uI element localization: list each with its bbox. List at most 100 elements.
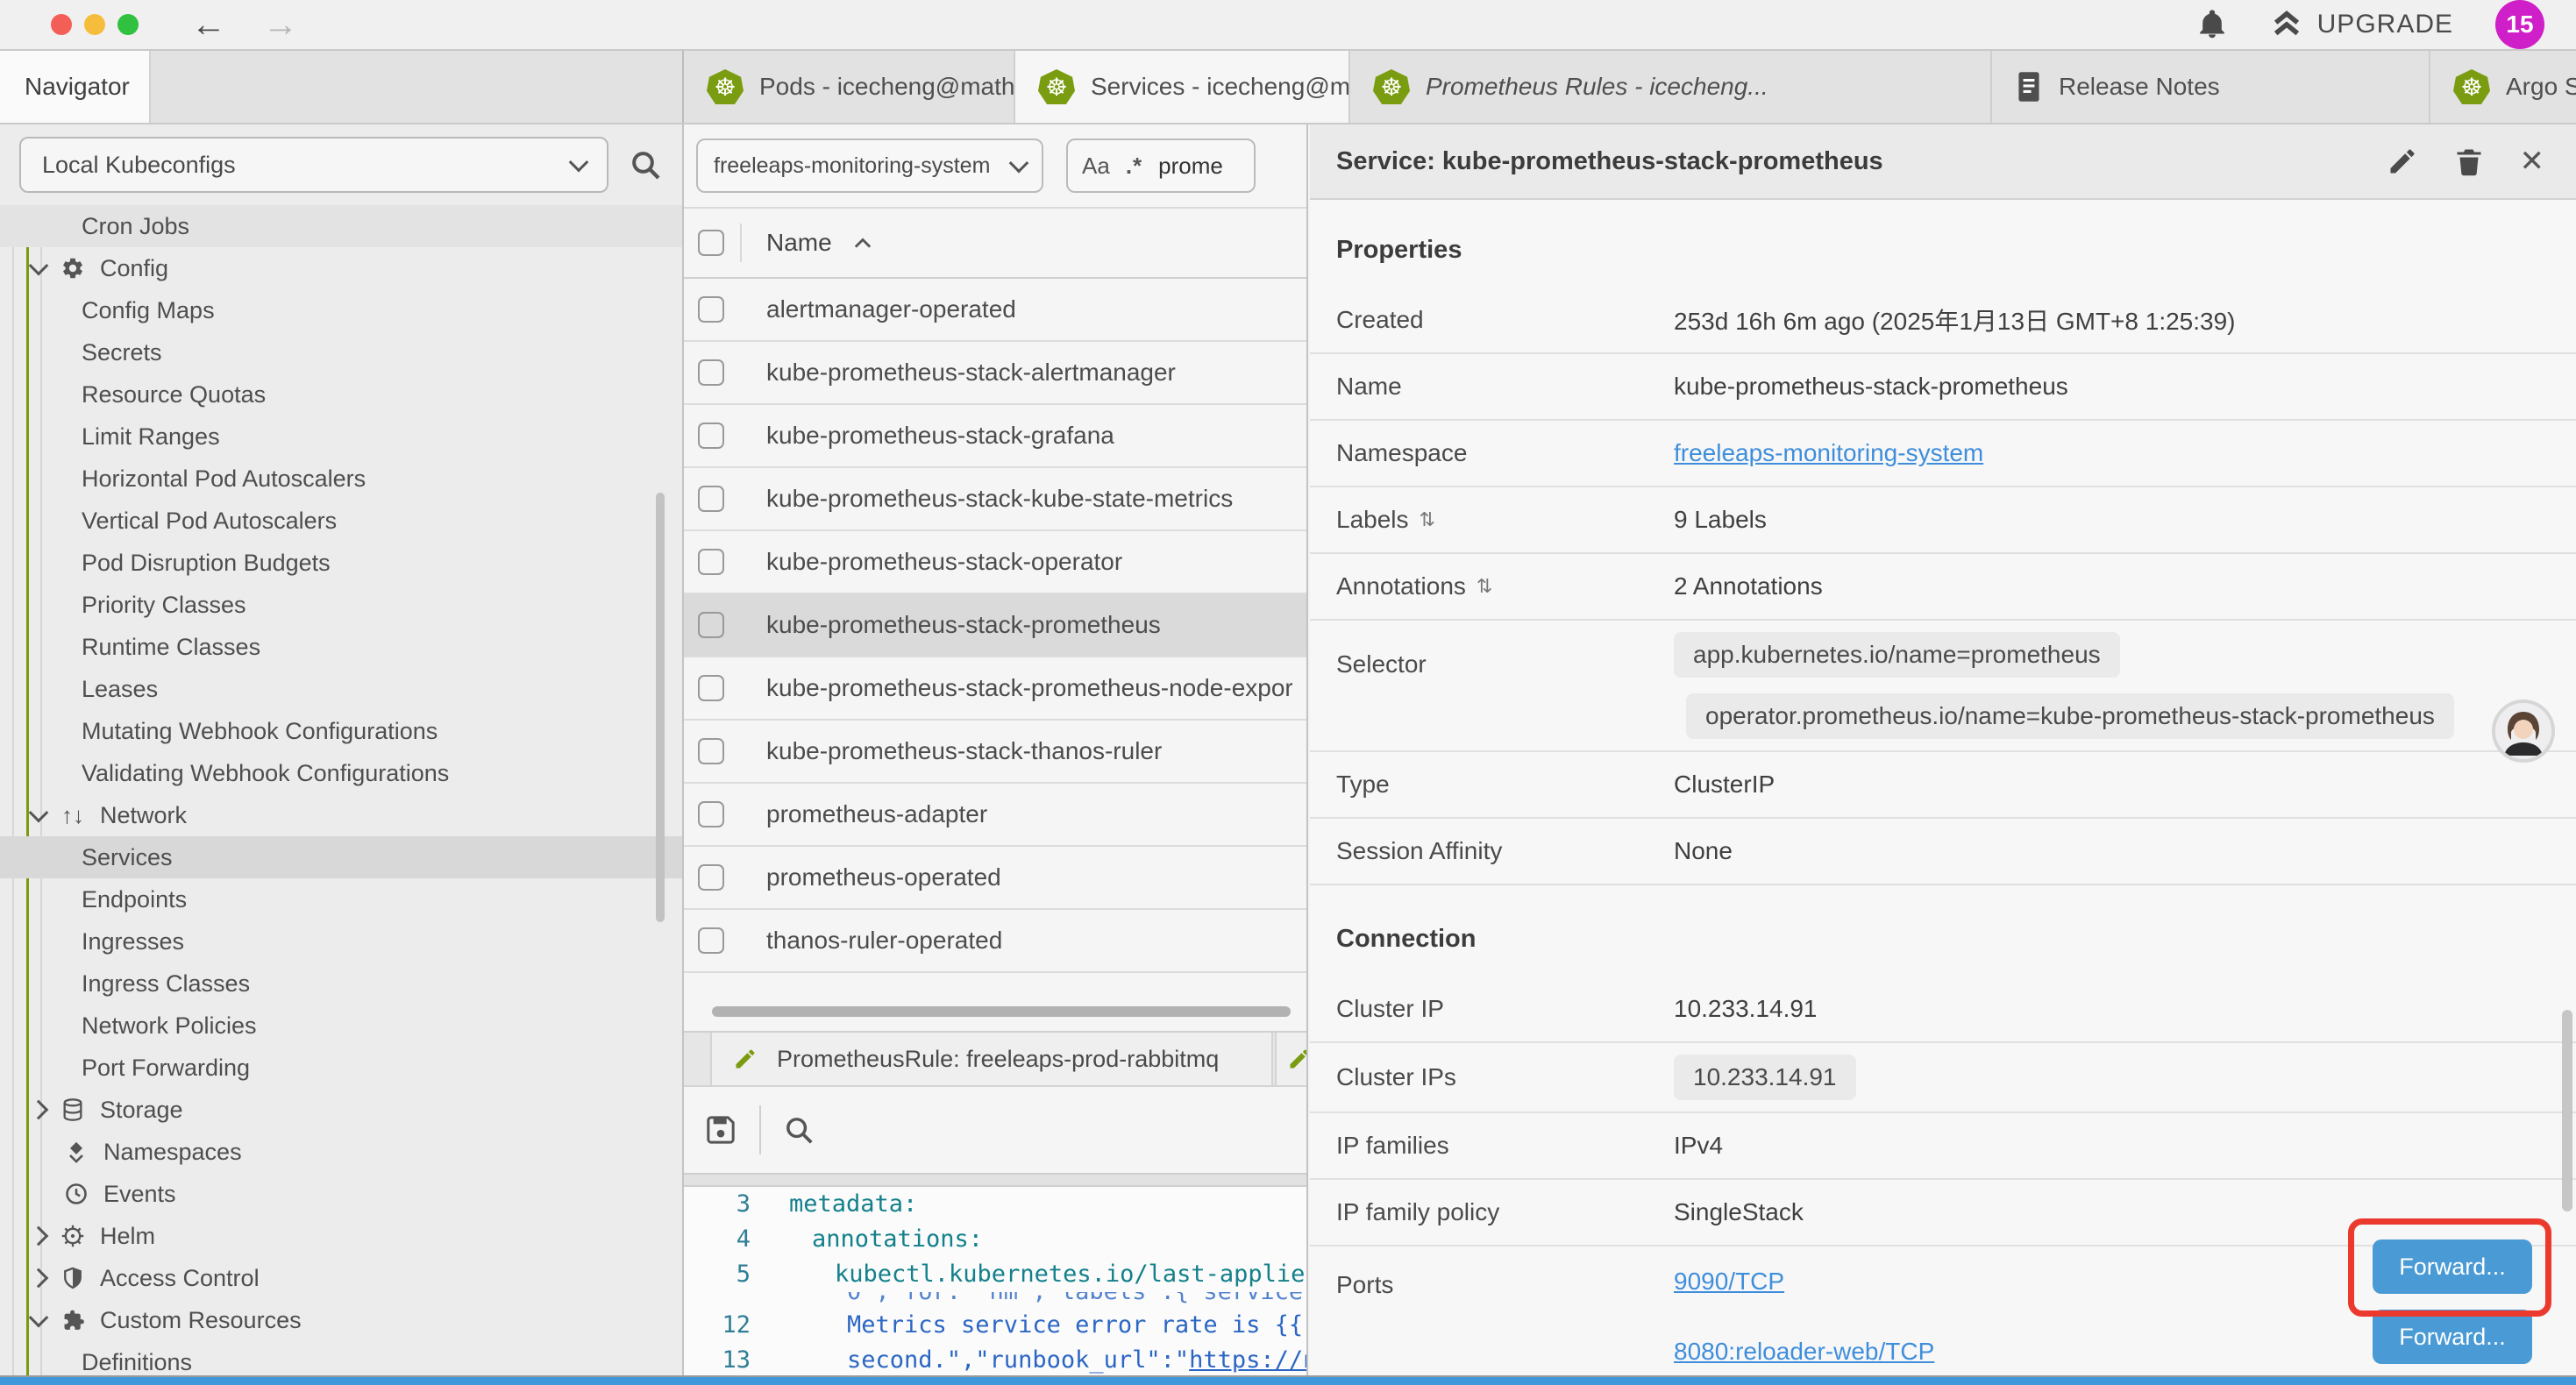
sidebar-group-access-control[interactable]: Access Control xyxy=(0,1257,682,1299)
editor-tab-partial[interactable] xyxy=(1275,1033,1306,1085)
sidebar-item-ingresses[interactable]: Ingresses xyxy=(0,920,682,962)
sidebar-item-resource-quotas[interactable]: Resource Quotas xyxy=(0,373,682,416)
list-search-input[interactable]: Aa .* prome xyxy=(1066,138,1256,193)
editor-tab-prometheusrule[interactable]: PrometheusRule: freeleaps-prod-rabbitmq xyxy=(710,1033,1273,1085)
sidebar-group-helm[interactable]: Helm xyxy=(0,1215,682,1257)
minimize-window-button[interactable] xyxy=(84,14,105,35)
row-checkbox[interactable] xyxy=(698,486,724,512)
row-checkbox[interactable] xyxy=(698,359,724,386)
namespace-select[interactable]: freeleaps-monitoring-system xyxy=(696,138,1043,193)
save-icon[interactable] xyxy=(703,1112,738,1147)
sidebar-item-horizontal-pod-autoscalers[interactable]: Horizontal Pod Autoscalers xyxy=(0,458,682,500)
port-link-8080[interactable]: 8080:reloader-web/TCP xyxy=(1674,1338,1934,1366)
row-checkbox[interactable] xyxy=(698,549,724,575)
navigator-panel-tab[interactable]: Navigator xyxy=(0,51,151,123)
sidebar-item-priority-classes[interactable]: Priority Classes xyxy=(0,584,682,626)
port-link-9090[interactable]: 9090/TCP xyxy=(1674,1268,1784,1296)
sidebar-item-events[interactable]: Events xyxy=(0,1173,682,1215)
table-row[interactable]: kube-prometheus-stack-alertmanager xyxy=(684,342,1306,405)
row-checkbox[interactable] xyxy=(698,296,724,323)
sidebar-group-custom-resources[interactable]: Custom Resources xyxy=(0,1299,682,1341)
sidebar-item-namespaces[interactable]: Namespaces xyxy=(0,1131,682,1173)
row-checkbox[interactable] xyxy=(698,864,724,891)
sidebar-item-port-forwarding[interactable]: Port Forwarding xyxy=(0,1047,682,1089)
match-case-toggle[interactable]: Aa xyxy=(1082,153,1110,180)
row-checkbox[interactable] xyxy=(698,738,724,764)
regex-toggle[interactable]: .* xyxy=(1126,153,1142,180)
detail-scrollbar-thumb[interactable] xyxy=(2562,1010,2572,1211)
clock-icon xyxy=(63,1181,89,1207)
row-checkbox[interactable] xyxy=(698,423,724,449)
table-row[interactable]: kube-prometheus-stack-thanos-ruler xyxy=(684,721,1306,784)
forward-port-button-8080[interactable]: Forward... xyxy=(2373,1310,2532,1364)
editor-line: 12Metrics service error rate is {{ $va xyxy=(684,1308,1306,1343)
sidebar-group-config[interactable]: Config xyxy=(0,247,682,289)
namespace-link[interactable]: freeleaps-monitoring-system xyxy=(1674,439,1983,467)
sidebar-item-endpoints[interactable]: Endpoints xyxy=(0,878,682,920)
sidebar-item-secrets[interactable]: Secrets xyxy=(0,331,682,373)
user-avatar[interactable] xyxy=(2492,700,2555,763)
tab-pods[interactable]: ☸ Pods - icecheng@mathmas... xyxy=(684,51,1015,123)
row-checkbox[interactable] xyxy=(698,612,724,638)
sidebar-group-storage[interactable]: Storage xyxy=(0,1089,682,1131)
sort-ascending-icon[interactable] xyxy=(853,237,872,249)
table-header: Name xyxy=(684,209,1306,279)
search-icon[interactable] xyxy=(782,1113,815,1147)
properties-heading: Properties xyxy=(1310,200,2576,288)
notification-count-badge[interactable]: 15 xyxy=(2495,0,2544,49)
sidebar-item-services[interactable]: Services xyxy=(0,836,682,878)
sidebar-item-cron-jobs[interactable]: Cron Jobs xyxy=(0,205,682,247)
name-column-header[interactable]: Name xyxy=(766,229,832,257)
sidebar-group-network[interactable]: ↑↓ Network xyxy=(0,794,682,836)
forward-arrow-icon[interactable]: → xyxy=(263,7,298,42)
back-arrow-icon[interactable]: ← xyxy=(191,7,226,42)
table-row[interactable]: kube-prometheus-stack-grafana xyxy=(684,405,1306,468)
tab-argo[interactable]: ☸ Argo Se xyxy=(2430,51,2576,123)
sidebar-item-validating-webhook-configurations[interactable]: Validating Webhook Configurations xyxy=(0,752,682,794)
select-all-checkbox[interactable] xyxy=(698,230,724,256)
row-checkbox[interactable] xyxy=(698,801,724,827)
trash-icon[interactable] xyxy=(2453,146,2485,177)
sidebar-item-network-policies[interactable]: Network Policies xyxy=(0,1005,682,1047)
sidebar-scrollbar-thumb[interactable] xyxy=(656,493,665,922)
notification-bell-icon[interactable] xyxy=(2196,9,2228,40)
row-checkbox[interactable] xyxy=(698,675,724,701)
table-row-selected[interactable]: kube-prometheus-stack-prometheus xyxy=(684,594,1306,657)
runbook-url-link[interactable]: https://net xyxy=(1189,1346,1306,1374)
chevron-down-icon xyxy=(569,153,589,173)
tab-release-notes[interactable]: Release Notes xyxy=(1992,51,2430,123)
sidebar-item-definitions[interactable]: Definitions xyxy=(0,1341,682,1377)
table-row[interactable]: kube-prometheus-stack-kube-state-metrics xyxy=(684,468,1306,531)
sidebar-item-limit-ranges[interactable]: Limit Ranges xyxy=(0,416,682,458)
kubeconfig-select[interactable]: Local Kubeconfigs xyxy=(19,137,608,193)
sidebar-item-pod-disruption-budgets[interactable]: Pod Disruption Budgets xyxy=(0,542,682,584)
horizontal-scrollbar-thumb[interactable] xyxy=(712,1006,1291,1017)
expand-toggle-icon[interactable]: ⇅ xyxy=(1420,508,1435,531)
tab-prometheus-rules[interactable]: ☸ Prometheus Rules - icecheng... xyxy=(1350,51,1992,123)
expand-toggle-icon[interactable]: ⇅ xyxy=(1477,575,1492,598)
database-icon xyxy=(60,1097,86,1123)
sidebar-item-leases[interactable]: Leases xyxy=(0,668,682,710)
sidebar-item-mutating-webhook-configurations[interactable]: Mutating Webhook Configurations xyxy=(0,710,682,752)
table-row[interactable]: kube-prometheus-stack-prometheus-node-ex… xyxy=(684,657,1306,721)
upgrade-button[interactable]: UPGRADE xyxy=(2270,10,2453,39)
edit-pencil-icon[interactable] xyxy=(2387,146,2418,177)
table-row[interactable]: prometheus-adapter xyxy=(684,784,1306,847)
sidebar-item-vertical-pod-autoscalers[interactable]: Vertical Pod Autoscalers xyxy=(0,500,682,542)
zoom-window-button[interactable] xyxy=(117,14,139,35)
sidebar-item-runtime-classes[interactable]: Runtime Classes xyxy=(0,626,682,668)
tab-services[interactable]: ☸ Services - icecheng@math... ✕ xyxy=(1015,51,1350,123)
sidebar-item-config-maps[interactable]: Config Maps xyxy=(0,289,682,331)
table-row[interactable]: alertmanager-operated xyxy=(684,279,1306,342)
sidebar-item-ingress-classes[interactable]: Ingress Classes xyxy=(0,962,682,1005)
close-window-button[interactable] xyxy=(51,14,72,35)
table-row[interactable]: prometheus-operated xyxy=(684,847,1306,910)
yaml-editor[interactable]: 3metadata: 4annotations: 5kubectl.kubern… xyxy=(684,1187,1306,1377)
table-row[interactable]: thanos-ruler-operated xyxy=(684,910,1306,973)
editor-divider-bar xyxy=(684,1173,1306,1187)
row-checkbox[interactable] xyxy=(698,927,724,954)
search-icon[interactable] xyxy=(628,147,663,182)
close-icon[interactable]: ✕ xyxy=(2520,144,2545,179)
chevron-right-icon xyxy=(29,1226,49,1246)
table-row[interactable]: kube-prometheus-stack-operator xyxy=(684,531,1306,594)
